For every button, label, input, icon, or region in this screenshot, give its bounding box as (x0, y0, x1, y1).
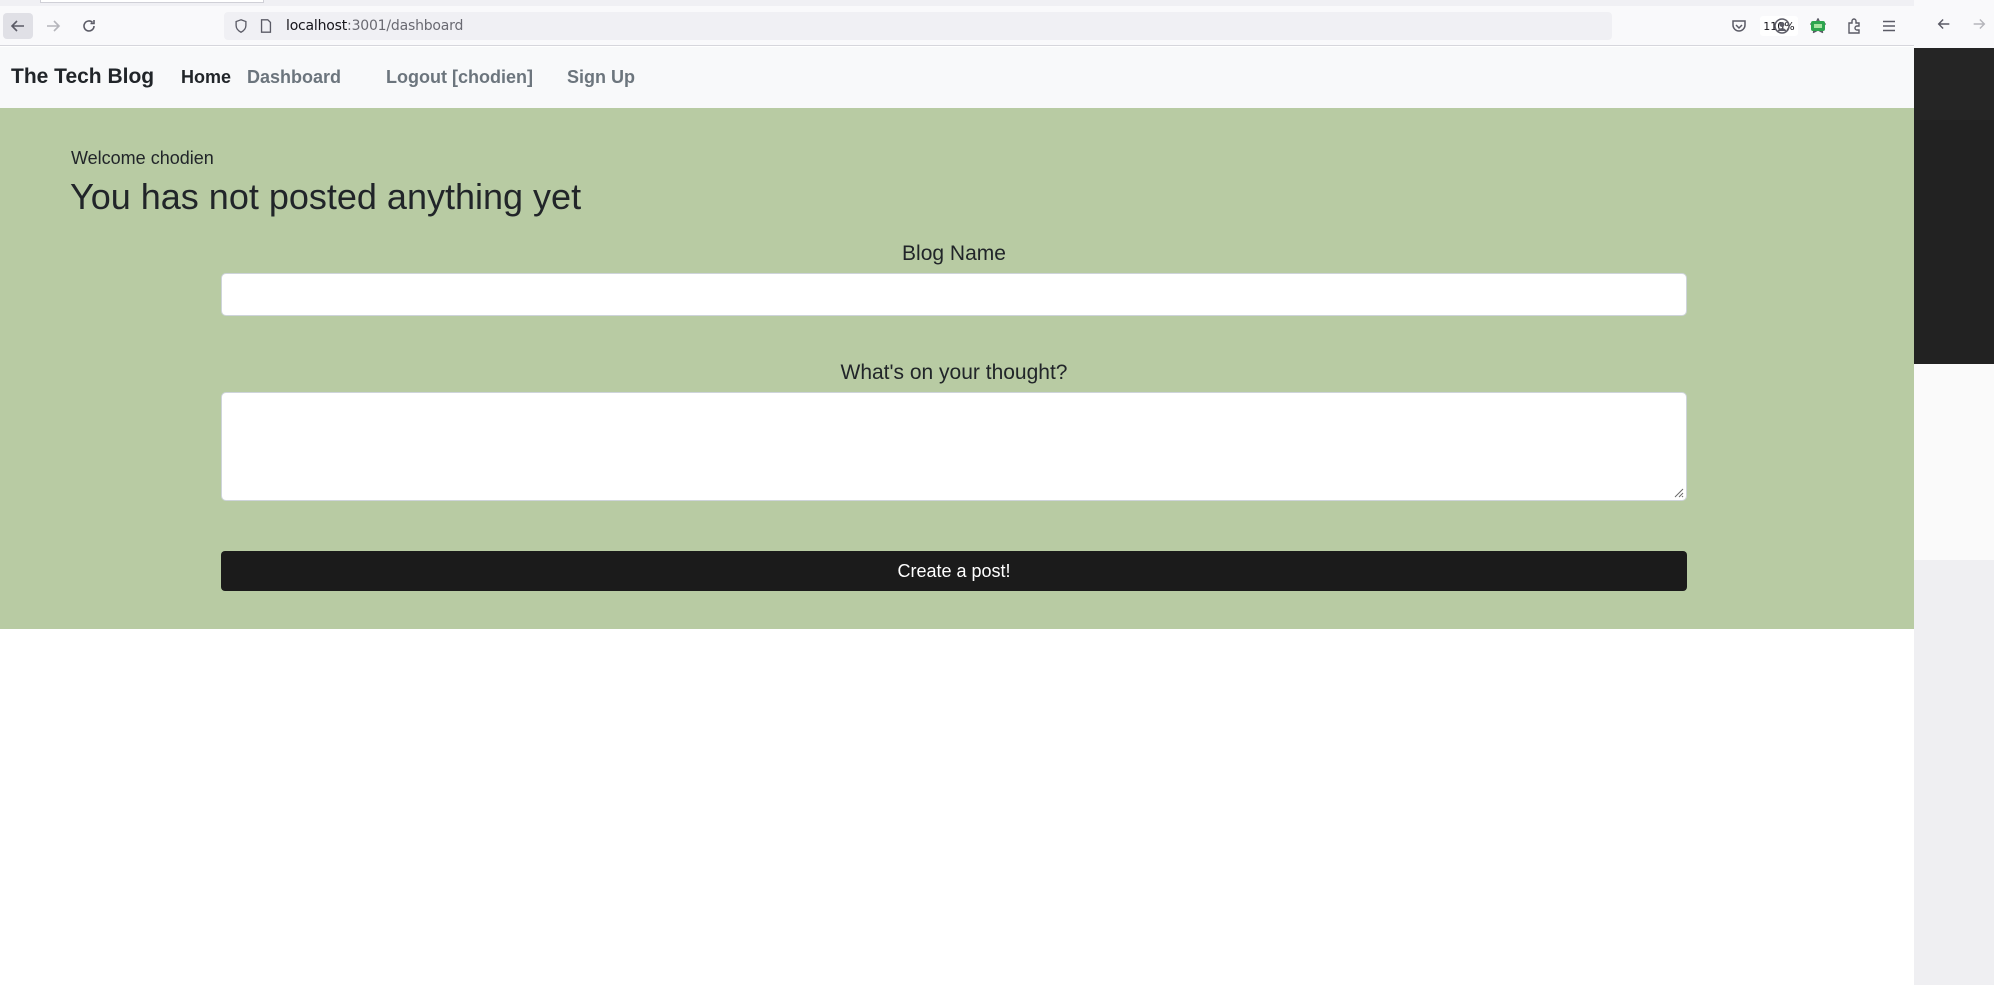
welcome-text: Welcome chodien (71, 148, 214, 168)
nav-link-logout[interactable]: Logout [chodien] (386, 67, 533, 88)
url-bar[interactable]: localhost:3001/dashboard 110% (224, 12, 1826, 40)
side-panel-light-block (1914, 364, 1994, 560)
page-icon[interactable] (257, 17, 275, 35)
side-panel-dark-block-lower (1914, 120, 1994, 364)
side-panel-toolbar (1914, 0, 1994, 48)
nav-link-home[interactable]: Home (181, 67, 231, 88)
account-button[interactable] (1767, 13, 1797, 39)
hamburger-icon (1883, 20, 1895, 32)
menu-button[interactable] (1874, 13, 1904, 39)
reload-icon (83, 20, 95, 32)
thought-textarea-wrapper (221, 392, 1687, 501)
url-text[interactable]: localhost:3001/dashboard (286, 18, 463, 34)
thought-textarea[interactable] (221, 392, 1687, 501)
create-post-button[interactable]: Create a post! (221, 551, 1687, 591)
pocket-button[interactable] (1724, 13, 1754, 39)
side-panel-dark-block (1914, 48, 1994, 120)
blog-name-label: Blog Name (902, 242, 1006, 265)
browser-toolbar: localhost:3001/dashboard 110% (0, 6, 1914, 46)
extension-badge-icon (1811, 21, 1825, 31)
extension-green-button[interactable] (1803, 13, 1833, 39)
shield-icon[interactable] (232, 17, 250, 35)
site-navbar: The Tech Blog Home Dashboard Logout [cho… (0, 47, 1914, 108)
blog-name-input[interactable] (221, 273, 1687, 316)
pocket-icon (1732, 20, 1746, 32)
page-headline: You has not posted anything yet (70, 176, 582, 217)
puzzle-icon (1848, 18, 1860, 34)
arrow-right-icon (47, 20, 61, 32)
side-forward-arrow-icon[interactable] (1969, 14, 1989, 34)
active-tab-edge[interactable] (40, 0, 264, 3)
resize-grip-icon[interactable] (1672, 486, 1684, 498)
arrow-left-icon (10, 20, 24, 32)
nav-link-dashboard[interactable]: Dashboard (247, 67, 341, 88)
side-panel (1914, 0, 1994, 985)
forward-button[interactable] (38, 13, 68, 39)
url-path: :3001/dashboard (347, 18, 464, 34)
extensions-button[interactable] (1839, 13, 1869, 39)
account-icon (1774, 18, 1790, 34)
reload-button[interactable] (74, 13, 104, 39)
thought-label: What's on your thought? (840, 361, 1068, 384)
back-button[interactable] (3, 13, 33, 39)
nav-link-signup[interactable]: Sign Up (567, 67, 635, 88)
site-brand[interactable]: The Tech Blog (11, 65, 154, 89)
dashboard-content: Welcome chodien You has not posted anyth… (0, 108, 1914, 629)
side-back-arrow-icon[interactable] (1934, 14, 1954, 34)
url-host: localhost (286, 18, 348, 34)
